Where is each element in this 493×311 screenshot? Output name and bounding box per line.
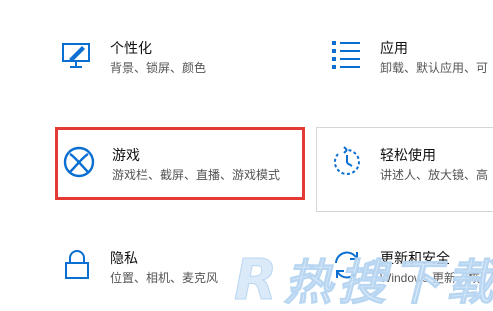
tile-description: 背景、锁屏、颜色 <box>110 61 207 75</box>
tile-description: 讲述人、放大镜、高 <box>380 168 489 182</box>
tile-description: 卸载、默认应用、可 <box>380 61 489 75</box>
tile-title: 隐私 <box>110 250 138 266</box>
tile-title: 更新和安全 <box>380 250 450 266</box>
tile-title: 轻松使用 <box>380 147 436 163</box>
settings-tile-update-security[interactable]: 更新和安全 Windows 更新、恢 <box>330 248 493 298</box>
tile-description: 位置、相机、麦克风 <box>110 271 219 285</box>
settings-tile-ease-of-access[interactable]: 轻松使用 讲述人、放大镜、高 <box>330 145 493 195</box>
refresh-icon <box>330 248 364 282</box>
personalization-icon <box>60 38 94 72</box>
apps-list-icon <box>330 38 364 72</box>
xbox-icon <box>62 145 96 179</box>
settings-tile-apps[interactable]: 应用 卸载、默认应用、可 <box>330 38 493 88</box>
tile-title: 个性化 <box>110 40 152 56</box>
tile-title: 应用 <box>380 40 408 56</box>
tile-description: Windows 更新、恢 <box>380 271 481 285</box>
tile-title: 游戏 <box>112 147 140 163</box>
settings-tile-gaming[interactable]: 游戏 游戏栏、截屏、直播、游戏模式 <box>62 145 302 195</box>
settings-tile-privacy[interactable]: 隐私 位置、相机、麦克风 <box>60 248 260 298</box>
settings-home: 个性化 背景、锁屏、颜色 应用 卸载、默认应用、可 游戏 游戏栏、截屏、直播、游… <box>0 0 493 311</box>
ease-of-access-icon <box>330 145 364 179</box>
lock-icon <box>60 248 94 282</box>
settings-tile-personalization[interactable]: 个性化 背景、锁屏、颜色 <box>60 38 260 88</box>
tile-description: 游戏栏、截屏、直播、游戏模式 <box>112 168 281 182</box>
